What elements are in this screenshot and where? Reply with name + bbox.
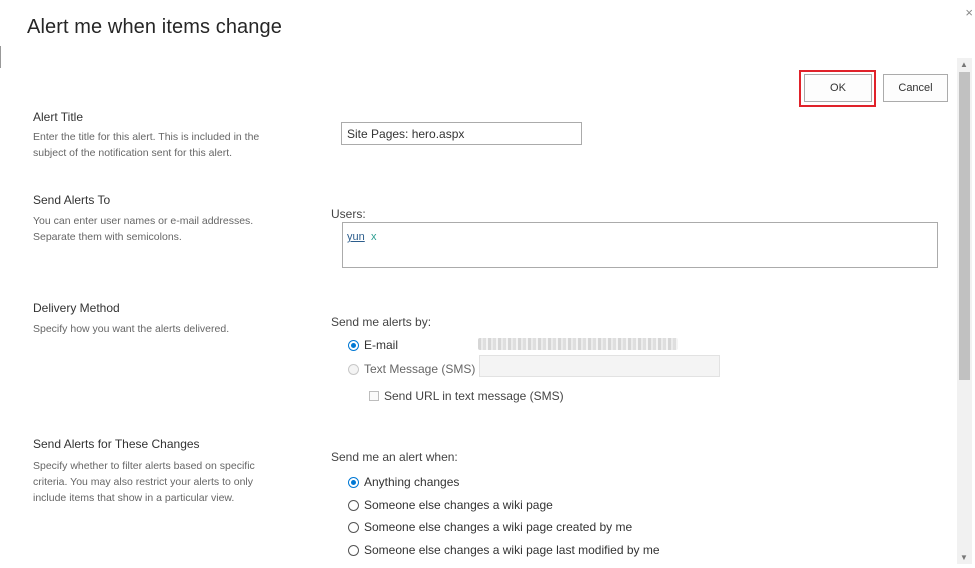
sms-url-checkbox-option[interactable]: Send URL in text message (SMS) (369, 389, 564, 403)
change-option-wiki-page[interactable]: Someone else changes a wiki page (348, 498, 553, 512)
close-icon[interactable]: × (965, 6, 973, 19)
cancel-button[interactable]: Cancel (883, 74, 948, 102)
send-by-label: Send me alerts by: (331, 315, 432, 329)
sms-number-input[interactable] (479, 355, 720, 377)
send-to-heading: Send Alerts To (33, 193, 111, 207)
change-radio-modified-by-me[interactable] (348, 544, 359, 556)
change-option-label: Anything changes (364, 475, 460, 489)
email-radio-label: E-mail (364, 338, 399, 352)
change-radio-wiki-page[interactable] (348, 499, 359, 511)
alert-when-label: Send me an alert when: (331, 450, 458, 464)
scrollbar-thumb[interactable] (959, 72, 970, 380)
scroll-up-icon[interactable]: ▲ (960, 60, 968, 69)
change-option-created-by-me[interactable]: Someone else changes a wiki page created… (348, 520, 632, 534)
changes-heading: Send Alerts for These Changes (33, 437, 200, 451)
change-option-anything[interactable]: Anything changes (348, 475, 459, 489)
vertical-scrollbar[interactable]: ▲ ▼ (957, 58, 972, 564)
delivery-heading: Delivery Method (33, 301, 120, 315)
change-option-label: Someone else changes a wiki page created… (364, 520, 633, 534)
sms-url-label: Send URL in text message (SMS) (384, 389, 564, 403)
scroll-down-icon[interactable]: ▼ (960, 553, 968, 562)
delivery-description: Specify how you want the alerts delivere… (33, 323, 230, 335)
email-radio-option[interactable]: E-mail (348, 338, 398, 352)
dialog-title: Alert me when items change (27, 16, 282, 38)
window-edge-divider (0, 46, 1, 68)
change-option-label: Someone else changes a wiki page last mo… (364, 543, 660, 557)
alert-title-description: Enter the title for this alert. This is … (33, 131, 260, 159)
users-label: Users: (331, 207, 366, 221)
sms-radio[interactable] (348, 363, 359, 375)
email-address-redacted (478, 338, 678, 350)
user-token[interactable]: yun (347, 231, 365, 243)
sms-url-checkbox[interactable] (369, 391, 379, 401)
change-option-modified-by-me[interactable]: Someone else changes a wiki page last mo… (348, 543, 660, 557)
sms-radio-option[interactable]: Text Message (SMS) (348, 362, 475, 376)
alert-title-heading: Alert Title (33, 110, 84, 124)
send-to-description: You can enter user names or e-mail addre… (33, 215, 254, 243)
email-radio[interactable] (348, 339, 359, 351)
sms-radio-label: Text Message (SMS) (364, 362, 476, 376)
change-radio-created-by-me[interactable] (348, 521, 359, 533)
alert-title-input[interactable] (341, 122, 582, 145)
users-picker[interactable]: yun x (342, 222, 938, 268)
remove-user-icon[interactable]: x (371, 231, 377, 243)
change-radio-anything[interactable] (348, 476, 359, 488)
ok-button[interactable]: OK (804, 74, 872, 102)
changes-description: Specify whether to filter alerts based o… (33, 460, 255, 504)
change-option-label: Someone else changes a wiki page (364, 498, 553, 512)
